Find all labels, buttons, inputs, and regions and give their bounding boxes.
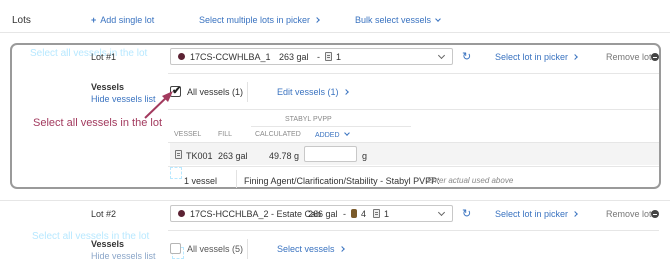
lot-1-remove-label: Remove lot (606, 52, 652, 62)
added-unit: g (362, 151, 368, 161)
tank-icon (175, 150, 182, 159)
row-calculated: 49.78 g (269, 151, 300, 161)
additive-header: STABYL PVPP (285, 116, 332, 123)
chevron-right-icon (342, 89, 349, 95)
vertical-divider (247, 239, 248, 259)
row-vessel: TK001 (186, 151, 213, 161)
remove-lot-icon[interactable] (651, 53, 659, 61)
lot-2-select-in-picker-label: Select lot in picker (495, 209, 569, 219)
lot-1-remove[interactable]: Remove lot (606, 52, 652, 62)
lot-1-edit-vessels-link[interactable]: Edit vessels (1) (277, 87, 349, 97)
dropdown-caret-icon (437, 208, 446, 217)
lot-2-all-vessels-checkbox[interactable] (170, 243, 181, 254)
chevron-right-icon (572, 54, 578, 60)
lot-2-code: 17CS-HCCHLBA_2 - Estate Cab (190, 209, 322, 219)
select-multiple-lots-link[interactable]: Select multiple lots in picker (199, 15, 320, 25)
lot-1-all-vessels-label: All vessels (1) (187, 87, 244, 97)
lot-1-select[interactable]: 17CS-CCWHLBA_1 263 gal - 1 (170, 48, 453, 65)
add-single-lot-label: Add single lot (100, 15, 155, 25)
lot-2-vessels-label: Vessels (91, 239, 125, 249)
tank-icon (325, 52, 332, 61)
lot-1-divider-2 (168, 109, 659, 110)
added-amount-input[interactable] (304, 146, 357, 162)
section-divider (0, 200, 670, 201)
barrel-icon (351, 209, 357, 218)
refresh-icon[interactable]: ↻ (462, 207, 471, 220)
lot-2-volume: 266 gal (308, 209, 338, 219)
remove-lot-icon[interactable] (651, 210, 659, 218)
summary-text: Fining Agent/Clarification/Stability - S… (244, 176, 440, 186)
lot-1-vessels-label: Vessels (91, 82, 125, 92)
col-calculated: CALCULATED (255, 131, 301, 138)
lot-1-edit-vessels-label: Edit vessels (1) (277, 87, 339, 97)
lot-1-code: 17CS-CCWHLBA_1 (190, 52, 271, 62)
lot-1-vessel-count: 1 (336, 52, 342, 62)
lot-2-select-vessels-label: Select vessels (277, 244, 335, 254)
lot-2-all-vessels-label: All vessels (5) (187, 244, 244, 254)
bulk-select-vessels-label: Bulk select vessels (355, 15, 432, 25)
summary-hint: Enter actual used above (427, 176, 514, 185)
lot-2-remove[interactable]: Remove lot (606, 209, 652, 219)
dropdown-caret-icon (437, 51, 446, 60)
select-multiple-lots-label: Select multiple lots in picker (199, 15, 311, 25)
chevron-right-icon (338, 246, 345, 252)
lot-color-dot (178, 53, 185, 60)
chevron-down-icon (343, 130, 350, 136)
lot-1-volume: 263 gal (279, 52, 309, 62)
lot-2-select-in-picker[interactable]: Select lot in picker (495, 209, 578, 219)
col-added-sort[interactable]: ADDED (315, 130, 350, 139)
lot-2-divider (168, 230, 659, 231)
col-vessel: VESSEL (174, 131, 202, 138)
tank-icon (373, 209, 380, 218)
lot-1-select-in-picker[interactable]: Select lot in picker (495, 52, 578, 62)
lot-2-select[interactable]: 17CS-HCCHLBA_2 - Estate Cab 266 gal - 4 … (170, 205, 453, 222)
vertical-divider (247, 82, 248, 102)
summary-divider (236, 170, 237, 188)
plus-icon: + (91, 15, 97, 25)
lot-2-barrel-count: 4 (361, 209, 367, 219)
lot-2-remove-label: Remove lot (606, 209, 652, 219)
col-added-label: ADDED (315, 132, 340, 139)
bulk-select-vessels-link[interactable]: Bulk select vessels (355, 15, 441, 25)
lot-1-select-in-picker-label: Select lot in picker (495, 52, 569, 62)
callout-text: Select all vessels in the lot (33, 117, 163, 129)
lot-color-dot (178, 210, 185, 217)
lot-2-vessel-count: 1 (384, 209, 390, 219)
lot-1-divider-1 (168, 73, 659, 74)
header-divider (0, 32, 670, 33)
lot-2-select-vessels-link[interactable]: Select vessels (277, 244, 345, 254)
chevron-down-icon (435, 16, 441, 22)
table-row-divider (168, 166, 659, 167)
chevron-right-icon (314, 17, 320, 23)
row-fill: 263 gal (218, 151, 248, 161)
add-single-lot-link[interactable]: + Add single lot (91, 15, 154, 25)
lots-label: Lots (12, 15, 31, 26)
refresh-icon[interactable]: ↻ (462, 50, 471, 63)
lot-1-dash: - (317, 52, 320, 62)
additive-underline (251, 126, 411, 127)
lot-2-label: Lot #2 (91, 209, 117, 219)
chevron-right-icon (572, 211, 578, 217)
lot-2-dash: - (343, 209, 346, 219)
summary-count: 1 vessel (184, 176, 218, 186)
col-fill: FILL (218, 131, 233, 138)
lot-1-label: Lot #1 (91, 52, 117, 62)
lot-2-hide-vessels-link[interactable]: Hide vessels list (91, 251, 156, 261)
